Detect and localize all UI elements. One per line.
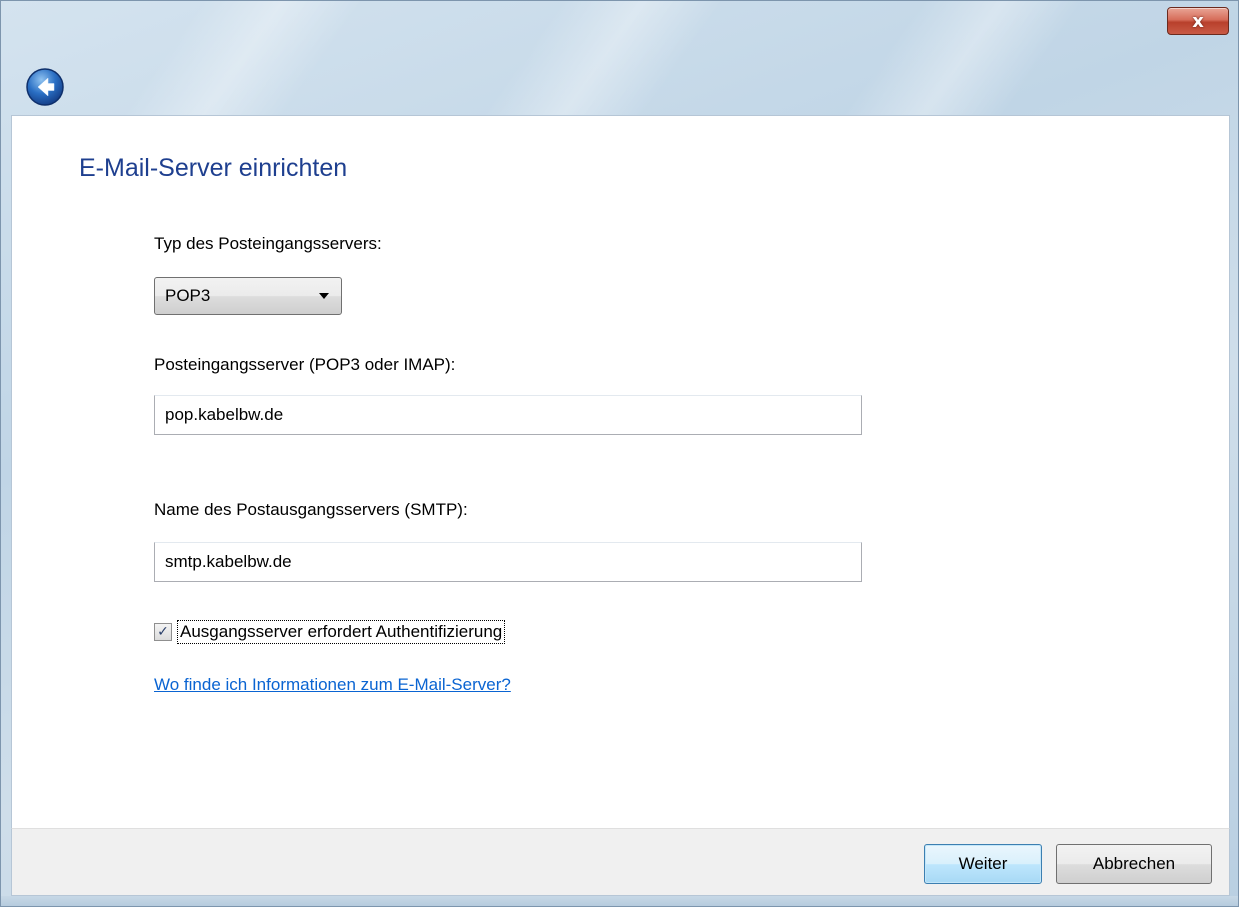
incoming-type-label: Typ des Posteingangsservers: [154,234,382,253]
auth-required-label[interactable]: Ausgangsserver erfordert Authentifizieru… [177,620,506,644]
auth-required-checkbox[interactable]: ✓ [154,623,172,641]
help-link[interactable]: Wo finde ich Informationen zum E-Mail-Se… [154,675,511,695]
glass-highlight [118,1,364,121]
checkmark-icon: ✓ [157,624,169,640]
glass-highlight [838,1,1084,121]
close-icon: x [1192,10,1204,32]
outgoing-server-input[interactable] [154,542,862,582]
chevron-down-icon [319,293,329,299]
window-bottom-border [1,896,1238,906]
incoming-server-input[interactable] [154,395,862,435]
close-button[interactable]: x [1167,7,1229,35]
incoming-server-label: Posteingangsserver (POP3 oder IMAP): [154,355,456,374]
wizard-window: x E-Mail-Server einrichten Typ des Poste… [0,0,1239,907]
outgoing-server-label: Name des Postausgangsservers (SMTP): [154,500,468,519]
content-panel [11,115,1230,828]
next-button[interactable]: Weiter [924,844,1042,884]
button-bar [11,828,1230,896]
page-title: E-Mail-Server einrichten [79,154,348,182]
glass-highlight [478,1,724,121]
incoming-type-value: POP3 [165,286,211,305]
cancel-button[interactable]: Abbrechen [1056,844,1212,884]
incoming-type-select[interactable]: POP3 [154,277,342,315]
back-button[interactable] [25,67,65,107]
auth-required-row[interactable]: ✓ Ausgangsserver erfordert Authentifizie… [154,618,506,646]
